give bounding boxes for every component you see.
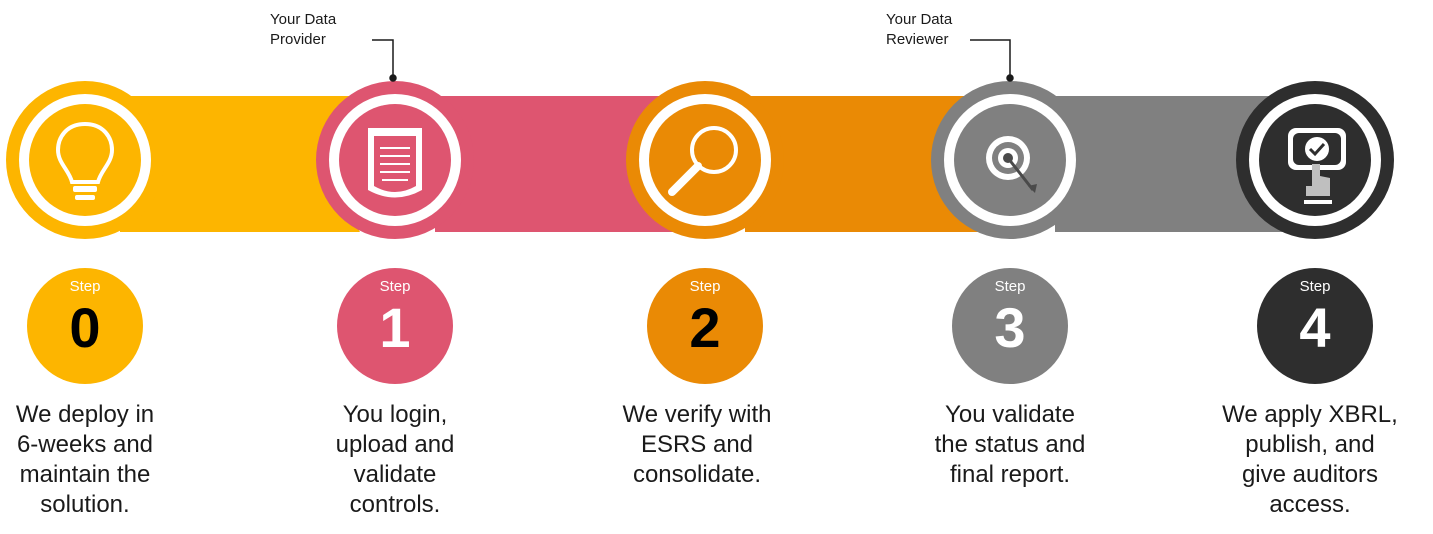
step-0-description: We deploy in 6-weeks and maintain the so… — [15, 401, 155, 518]
step-4-badge: Step 4 — [1257, 268, 1373, 384]
step-1-number: 1 — [379, 296, 411, 359]
step-3-badge: Step 3 — [952, 268, 1068, 384]
step-1-word: Step — [379, 278, 411, 295]
step-3-circle — [931, 81, 1089, 239]
process-diagram: Your Data Provider Your Data Reviewer St… — [0, 0, 1433, 534]
step-2-word: Step — [689, 278, 721, 295]
step-4-circle — [1236, 81, 1394, 239]
step-2-description: We verify with ESRS and consolidate. — [622, 401, 772, 488]
step-1-description: You login, upload and validate controls. — [335, 401, 455, 518]
step-0-circle — [6, 81, 164, 239]
step-3-description: You validate the status and final report… — [934, 401, 1086, 488]
step-2-circle — [626, 81, 784, 239]
step-3-word: Step — [994, 278, 1026, 295]
step-0-word: Step — [69, 278, 101, 295]
step-0-badge: Step 0 — [27, 268, 143, 384]
step-4-word: Step — [1299, 278, 1331, 295]
step-2-number: 2 — [689, 296, 721, 359]
step-3-number: 3 — [994, 296, 1026, 359]
callout-data-reviewer: Your Data Reviewer — [886, 11, 953, 48]
step-1-badge: Step 1 — [337, 268, 453, 384]
clipboard-icon — [368, 128, 422, 198]
step-0-number: 0 — [69, 296, 101, 359]
callout-provider-line — [372, 39, 397, 82]
step-1-circle — [316, 81, 474, 239]
step-2-badge: Step 2 — [647, 268, 763, 384]
callout-data-provider: Your Data Provider — [270, 11, 337, 48]
step-4-number: 4 — [1299, 296, 1331, 359]
callout-reviewer-line — [970, 39, 1014, 82]
step-4-description: We apply XBRL, publish, and give auditor… — [1222, 401, 1398, 518]
